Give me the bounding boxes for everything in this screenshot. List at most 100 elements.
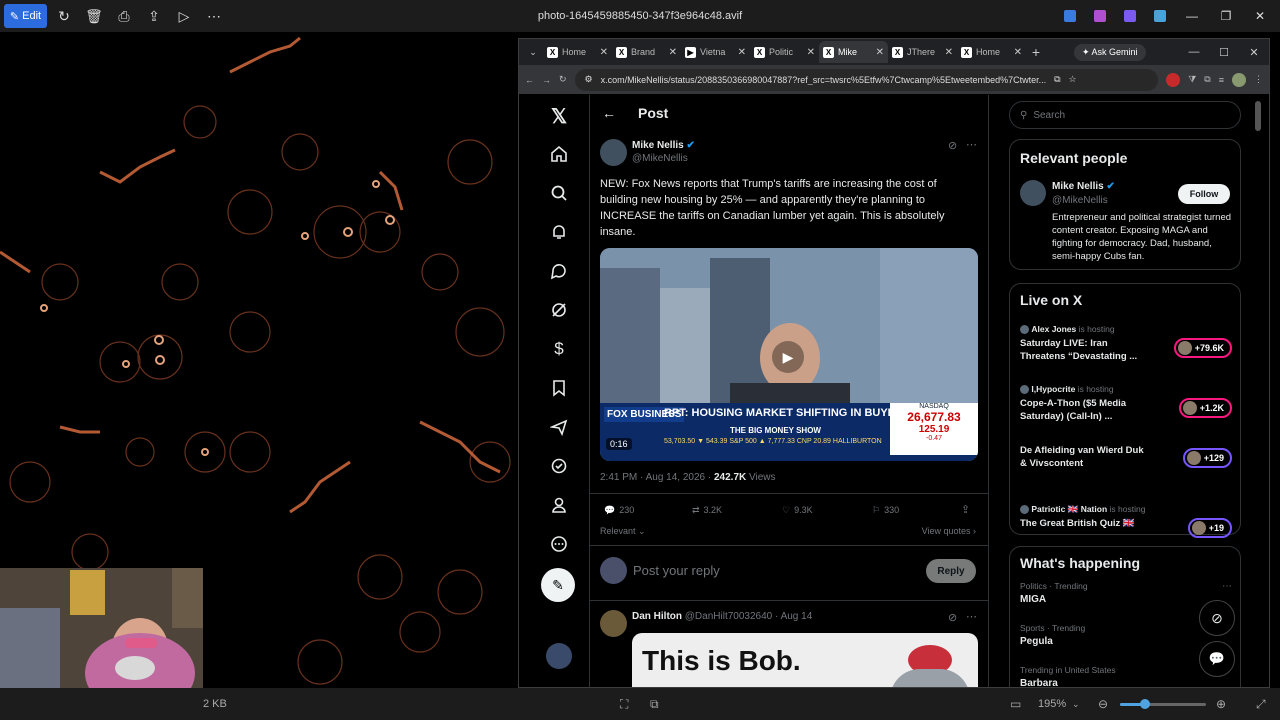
rotate-icon[interactable]: ↻ [49,4,79,28]
play-icon[interactable]: ▶ [772,341,804,373]
browser-tab[interactable]: ▶ Vietna ✕ [681,41,750,63]
post-more-icon[interactable]: ⋯ [966,138,977,151]
app-icon-3[interactable] [1124,10,1136,22]
crop-icon[interactable]: ⧉ [650,697,659,712]
listener-count-pill[interactable]: +129 [1182,448,1232,468]
browser-minimize-icon[interactable]: — [1179,46,1209,59]
chevron-down-icon[interactable]: ⌄ [1072,699,1080,710]
edit-button[interactable]: ✎ Edit [4,4,47,28]
adblock-icon[interactable] [1166,72,1181,87]
restore-icon[interactable]: ❐ [1210,4,1242,28]
trend-more-icon[interactable]: ⋯ [1222,581,1232,592]
zoom-level[interactable]: 195% [1038,698,1066,710]
zoom-out-icon[interactable]: ⊖ [1098,697,1108,711]
copy-icon[interactable]: ⧉ [1204,74,1210,85]
messages-icon[interactable] [546,258,572,284]
zoom-slider-thumb[interactable] [1140,699,1150,709]
profile-avatar[interactable] [1232,72,1246,87]
comment-more-icon[interactable]: ⋯ [966,610,977,623]
listener-count-pill[interactable]: +19 [1187,518,1232,538]
browser-close-icon[interactable]: ✕ [1239,46,1269,59]
tab-search-icon[interactable]: ⌄ [523,47,543,58]
back-icon[interactable]: ← [525,75,534,85]
premium-icon[interactable]: $ [546,336,572,362]
tab-close-icon[interactable]: ✕ [807,47,815,58]
new-tab-button[interactable]: + [1026,44,1046,60]
trend-item[interactable]: Trending in United States Barbara ⋯ [1020,665,1232,687]
view-quotes-link[interactable]: View quotes › [922,526,976,536]
delete-icon[interactable]: 🗑 [79,4,109,28]
url-field[interactable]: ⚙ x.com/MikeNellis/status/20883503669800… [574,68,1159,91]
compose-post-button[interactable]: ✎ [541,568,575,602]
tab-close-icon[interactable]: ✕ [738,47,746,58]
post-time[interactable]: 2:41 PM [600,472,637,483]
back-arrow-icon[interactable]: ← [602,105,616,121]
search-input[interactable]: ⚲ Search [1009,101,1241,129]
listener-count-pill[interactable]: +1.2K [1178,398,1232,418]
app-icon-1[interactable] [1064,10,1076,22]
repost-action[interactable]: ⇄ 3.2K [692,505,722,516]
minimize-icon[interactable]: — [1176,4,1208,28]
author-avatar[interactable] [600,139,627,166]
reading-list-icon[interactable]: ≡ [1219,75,1224,85]
account-avatar[interactable] [546,643,572,669]
author-name[interactable]: Mike Nellis ✔ [632,140,695,151]
browser-tab[interactable]: X Home ✕ [543,41,612,63]
comment-avatar[interactable] [600,610,627,637]
site-info-icon[interactable]: ⚙ [585,74,593,85]
comment-handle[interactable]: @DanHilt70032640 [685,611,772,622]
home-icon[interactable] [546,141,572,167]
share-post-icon[interactable]: ⇪ [961,503,970,516]
post-date[interactable]: Aug 14, 2026 [646,472,706,483]
reply-button[interactable]: Reply [926,559,976,583]
bookmark-star-icon[interactable]: ☆ [1069,74,1077,85]
close-icon[interactable]: ✕ [1244,4,1276,28]
forward-icon[interactable]: → [542,75,551,85]
comment-image[interactable]: This is Bob. [632,633,978,687]
extensions-icon[interactable]: ⧩ [1188,74,1196,85]
like-action[interactable]: ♡ 9.3K [782,505,813,516]
explore-icon[interactable] [546,180,572,206]
frame-icon[interactable]: ▭ [1010,697,1021,711]
relevant-avatar[interactable] [1020,180,1046,206]
jobs-icon[interactable] [546,414,572,440]
tab-close-icon[interactable]: ✕ [945,47,953,58]
reply-input[interactable]: Post your reply [633,563,720,578]
zoom-in-icon[interactable]: ⊕ [1216,697,1226,711]
tab-close-icon[interactable]: ✕ [669,47,677,58]
browser-menu-icon[interactable]: ⋮ [1254,74,1263,85]
more-icon[interactable]: ⋯ [199,4,229,28]
browser-tab[interactable]: X Brand ✕ [612,41,681,63]
print-icon[interactable]: ⎙ [109,4,139,28]
bookmarks-icon[interactable] [546,375,572,401]
reply-action[interactable]: 💬 230 [604,505,634,516]
live-space-item[interactable]: I,Hypocrite is hosting Cope-A-Thon ($5 M… [1020,384,1232,438]
app-icon-2[interactable] [1094,10,1106,22]
live-space-item[interactable]: Alex Jones is hosting Saturday LIVE: Ira… [1020,324,1232,378]
scrollbar-thumb[interactable] [1255,101,1261,131]
scrollbar[interactable] [1253,95,1263,687]
comment-grok-icon[interactable]: ⊘ [948,611,957,624]
x-logo-icon[interactable]: 𝕏 [546,103,572,129]
messages-fab[interactable]: 💬 [1199,641,1235,677]
browser-tab[interactable]: X Politic ✕ [750,41,819,63]
relevant-sort[interactable]: Relevant ⌄ [600,526,646,537]
fullscreen-icon[interactable]: ⤢ [1256,697,1266,712]
tab-close-icon[interactable]: ✕ [1014,47,1022,58]
relevant-handle[interactable]: @MikeNellis [1052,195,1108,206]
relevant-name[interactable]: Mike Nellis ✔ [1052,181,1115,192]
tab-close-icon[interactable]: ✕ [600,47,608,58]
tab-close-icon[interactable]: ✕ [876,47,884,58]
fit-icon[interactable]: ⛶ [620,697,628,712]
live-space-item[interactable]: De Afleiding van Wierd Duk & Vivscontent… [1020,444,1232,498]
follow-button[interactable]: Follow [1178,184,1230,204]
verified-orgs-icon[interactable] [546,453,572,479]
browser-maximize-icon[interactable]: ☐ [1209,46,1239,59]
listener-count-pill[interactable]: +79.6K [1173,338,1232,358]
profile-icon[interactable] [546,492,572,518]
comment-date[interactable]: Aug 14 [781,611,813,622]
grok-fab[interactable]: ⊘ [1199,600,1235,636]
author-handle[interactable]: @MikeNellis [632,153,688,164]
notifications-icon[interactable] [546,219,572,245]
post-video[interactable]: FOX BUSINESS RPT: HOUSING MARKET SHIFTIN… [600,248,978,461]
